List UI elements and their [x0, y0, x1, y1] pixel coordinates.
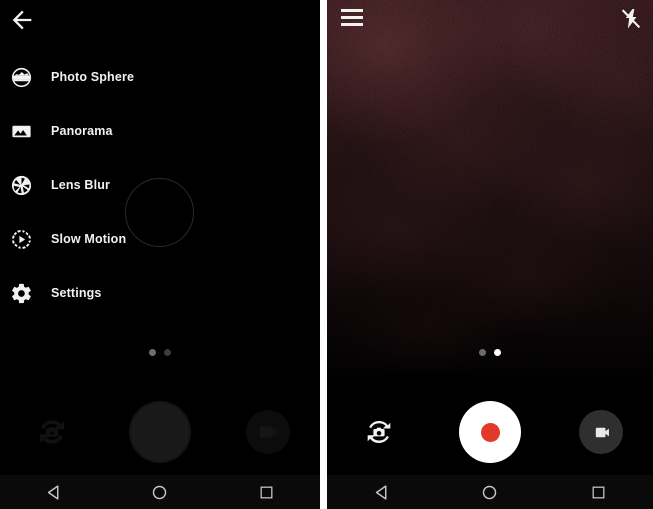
record-button[interactable] — [459, 401, 521, 463]
preview-noise — [327, 0, 653, 382]
menu-item-photo-sphere[interactable]: Photo Sphere — [0, 50, 320, 104]
nav-recents-square-icon[interactable] — [582, 475, 616, 509]
flash-off-icon[interactable] — [619, 6, 643, 32]
menu-item-slow-motion[interactable]: Slow Motion — [0, 212, 320, 266]
right-top-bar — [327, 0, 653, 40]
left-camera-controls — [0, 389, 320, 475]
mode-toggle-icon[interactable] — [246, 410, 290, 454]
camera-mode-menu: Photo Sphere Panorama Lens Blur Slow Mot… — [0, 50, 320, 320]
nav-back-triangle-icon[interactable] — [364, 475, 398, 509]
slow-motion-icon — [8, 226, 34, 252]
nav-back-triangle-icon[interactable] — [36, 475, 70, 509]
arrow-back-icon[interactable] — [8, 6, 36, 34]
right-camera-controls — [327, 389, 653, 475]
switch-camera-icon[interactable] — [357, 410, 401, 454]
hamburger-menu-icon[interactable] — [341, 9, 363, 26]
nav-home-circle-icon[interactable] — [143, 475, 177, 509]
android-nav-bar — [327, 475, 653, 509]
menu-item-lens-blur[interactable]: Lens Blur — [0, 158, 320, 212]
page-dot-2[interactable] — [164, 349, 171, 356]
menu-item-label: Slow Motion — [51, 232, 127, 246]
menu-item-settings[interactable]: Settings — [0, 266, 320, 320]
android-nav-bar — [0, 475, 320, 509]
record-indicator-dot — [480, 422, 500, 442]
menu-item-label: Photo Sphere — [51, 70, 135, 84]
lens-blur-icon — [8, 172, 34, 198]
page-dot-1[interactable] — [149, 349, 156, 356]
left-phone-screen: Photo Sphere Panorama Lens Blur Slow Mot… — [0, 0, 320, 509]
camera-preview[interactable] — [327, 0, 653, 382]
video-camera-icon[interactable] — [579, 410, 623, 454]
shutter-button[interactable] — [129, 401, 191, 463]
photo-sphere-icon — [8, 64, 34, 90]
menu-item-label: Panorama — [51, 124, 113, 138]
left-top-bar — [0, 0, 320, 40]
menu-item-panorama[interactable]: Panorama — [0, 104, 320, 158]
page-dot-1[interactable] — [479, 349, 486, 356]
menu-item-label: Lens Blur — [51, 178, 110, 192]
settings-gear-icon — [8, 280, 34, 306]
left-page-dots — [0, 349, 320, 356]
right-phone-screen — [327, 0, 653, 509]
menu-item-label: Settings — [51, 286, 102, 300]
switch-camera-icon[interactable] — [30, 410, 74, 454]
panorama-icon — [8, 118, 34, 144]
right-page-dots — [327, 349, 653, 356]
nav-recents-square-icon[interactable] — [250, 475, 284, 509]
dual-screenshot-container: Photo Sphere Panorama Lens Blur Slow Mot… — [0, 0, 653, 509]
page-dot-2[interactable] — [494, 349, 501, 356]
panel-divider — [320, 0, 327, 509]
nav-home-circle-icon[interactable] — [473, 475, 507, 509]
